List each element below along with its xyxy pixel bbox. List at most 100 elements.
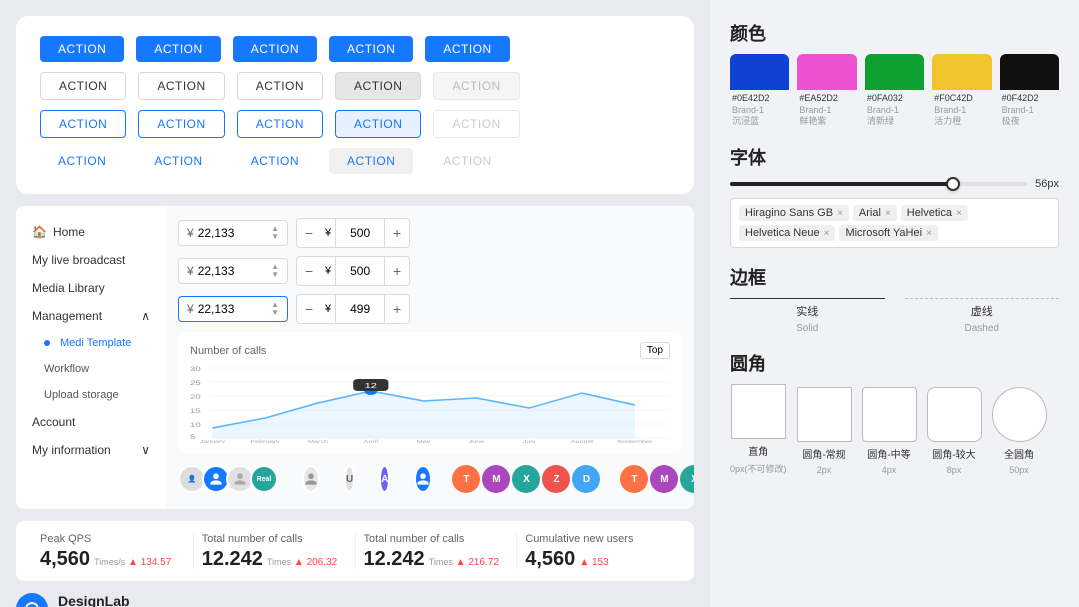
- input-row-3: ¥ ▲ ▼ − ¥ +: [178, 294, 682, 324]
- number-control-3: − ¥ +: [296, 294, 410, 324]
- stat-label-total-2: Total number of calls: [364, 533, 509, 545]
- action-default-5-disabled: ACTION: [433, 72, 519, 100]
- currency-prefix-ctrl-2: ¥: [321, 265, 335, 277]
- increment-btn-1[interactable]: +: [385, 219, 409, 247]
- stat-value-total-1: 12.242: [202, 549, 263, 569]
- radius-label-4: 圆角-中等: [867, 446, 910, 461]
- swatch-label-1: #0E42D2 Brand-1沉浸蓝: [730, 90, 789, 128]
- letter-t-1: T: [452, 465, 480, 493]
- control-value-1[interactable]: [335, 219, 385, 247]
- button-showcase: ACTION ACTION ACTION ACTION ACTION ACTIO…: [16, 16, 694, 194]
- stepper-down-1[interactable]: ▼: [271, 233, 279, 241]
- stepper-2[interactable]: ▲ ▼: [271, 263, 279, 279]
- action-text-4[interactable]: ACTION: [329, 148, 413, 174]
- font-remove-helvetica-neue[interactable]: ×: [824, 228, 830, 239]
- font-tag-helvetica: Helvetica ×: [901, 205, 968, 221]
- font-slider-thumb[interactable]: [946, 177, 960, 191]
- color-section: 颜色 #0E42D2 Brand-1沉浸蓝 #EA52D2 Brand-1鲜艳紫: [730, 20, 1059, 128]
- price-input-3[interactable]: ¥ ▲ ▼: [178, 296, 288, 322]
- font-slider-fill: [730, 182, 953, 186]
- svg-text:5: 5: [190, 434, 196, 441]
- swatch-label-5: #0F42D2 Brand-1极夜: [1000, 90, 1059, 128]
- font-remove-microsoft-yahei[interactable]: ×: [926, 228, 932, 239]
- stepper-down-2[interactable]: ▼: [271, 271, 279, 279]
- radius-sublabel-4: 4px: [882, 465, 897, 475]
- swatch-2: #EA52D2 Brand-1鲜艳紫: [797, 54, 856, 128]
- letter-x-2: X: [680, 465, 694, 493]
- increment-btn-3[interactable]: +: [385, 295, 409, 323]
- control-value-3[interactable]: [335, 295, 385, 323]
- sidebar-item-media[interactable]: Media Library: [16, 274, 166, 302]
- sidebar-item-management[interactable]: Management ∧: [16, 302, 166, 330]
- action-text-1[interactable]: ACTION: [40, 148, 124, 174]
- font-remove-hiragino[interactable]: ×: [837, 208, 843, 219]
- sidebar-item-account[interactable]: Account: [16, 408, 166, 436]
- font-remove-arial[interactable]: ×: [885, 208, 891, 219]
- designlab-logo-icon: [16, 593, 48, 607]
- stepper-down-3[interactable]: ▼: [271, 309, 279, 317]
- action-button-2[interactable]: ACTION: [136, 36, 220, 62]
- sidebar-item-home[interactable]: 🏠 Home: [16, 218, 166, 246]
- radius-sublabel-8: 8px: [947, 465, 962, 475]
- dashed-line: [905, 298, 1060, 299]
- action-button-3[interactable]: ACTION: [233, 36, 317, 62]
- home-icon: 🏠: [32, 225, 47, 239]
- swatch-color-5: [1000, 54, 1059, 90]
- sidebar-item-upload[interactable]: Upload storage: [16, 382, 166, 408]
- stat-total-calls-2: Total number of calls 12.242 Times ▲ 216…: [355, 533, 517, 569]
- svg-text:June: June: [469, 440, 485, 443]
- control-value-2[interactable]: [335, 257, 385, 285]
- action-default-2[interactable]: ACTION: [138, 72, 224, 100]
- action-text-5-disabled: ACTION: [425, 148, 509, 174]
- decrement-btn-2[interactable]: −: [297, 257, 321, 285]
- font-name-helvetica-neue: Helvetica Neue: [745, 227, 820, 239]
- radius-medium: 圆角-中等 4px: [862, 387, 917, 475]
- price-input-2[interactable]: ¥ ▲ ▼: [178, 258, 288, 284]
- swatch-color-1: [730, 54, 789, 90]
- swatch-3: #0FA032 Brand-1清新绿: [865, 54, 924, 128]
- sidebar-label-management: Management: [32, 309, 102, 323]
- price-value-2[interactable]: [198, 264, 268, 278]
- action-outlined-3[interactable]: ACTION: [237, 110, 323, 138]
- color-swatches: #0E42D2 Brand-1沉浸蓝 #EA52D2 Brand-1鲜艳紫 #0…: [730, 54, 1059, 128]
- input-row-1: ¥ ▲ ▼ − ¥ +: [178, 218, 682, 248]
- stat-trend-1: ▲ 134.57: [128, 557, 171, 568]
- font-remove-helvetica[interactable]: ×: [956, 208, 962, 219]
- action-text-2[interactable]: ACTION: [136, 148, 220, 174]
- action-button-5[interactable]: ACTION: [425, 36, 509, 62]
- sidebar-item-workflow[interactable]: Workflow: [16, 356, 166, 382]
- increment-btn-2[interactable]: +: [385, 257, 409, 285]
- action-button-1[interactable]: ACTION: [40, 36, 124, 62]
- swatch-label-3: #0FA032 Brand-1清新绿: [865, 90, 924, 128]
- decrement-btn-1[interactable]: −: [297, 219, 321, 247]
- action-text-3[interactable]: ACTION: [233, 148, 317, 174]
- stat-label-peak-qps: Peak QPS: [40, 533, 185, 545]
- stepper-1[interactable]: ▲ ▼: [271, 225, 279, 241]
- price-value-1[interactable]: [198, 226, 268, 240]
- sidebar-item-live[interactable]: My live broadcast: [16, 246, 166, 274]
- font-slider[interactable]: [730, 182, 1027, 186]
- action-outlined-2[interactable]: ACTION: [138, 110, 224, 138]
- svg-text:May: May: [417, 440, 431, 443]
- action-button-4[interactable]: ACTION: [329, 36, 413, 62]
- action-outlined-4[interactable]: ACTION: [335, 110, 421, 138]
- solid-label: 实线: [796, 303, 818, 319]
- sidebar-item-medi-template[interactable]: Medi Template: [16, 330, 166, 356]
- sidebar-item-my-info[interactable]: My information ∨: [16, 436, 166, 464]
- action-default-3[interactable]: ACTION: [237, 72, 323, 100]
- price-value-3[interactable]: [198, 302, 268, 316]
- radius-sublabel-0: 0px(不可修改): [730, 462, 787, 475]
- swatch-color-2: [797, 54, 856, 90]
- stepper-3[interactable]: ▲ ▼: [271, 301, 279, 317]
- price-input-1[interactable]: ¥ ▲ ▼: [178, 220, 288, 246]
- action-default-1[interactable]: ACTION: [40, 72, 126, 100]
- chart-tooltip-value: 12: [365, 382, 377, 389]
- action-default-4[interactable]: ACTION: [335, 72, 421, 100]
- action-outlined-1[interactable]: ACTION: [40, 110, 126, 138]
- button-row-text: ACTION ACTION ACTION ACTION ACTION: [40, 148, 670, 174]
- stat-total-calls-1: Total number of calls 12.242 Times ▲ 206…: [193, 533, 355, 569]
- currency-prefix-2: ¥: [187, 264, 194, 278]
- decrement-btn-3[interactable]: −: [297, 295, 321, 323]
- svg-text:August: August: [571, 440, 594, 443]
- chart-top-button[interactable]: Top: [640, 342, 670, 359]
